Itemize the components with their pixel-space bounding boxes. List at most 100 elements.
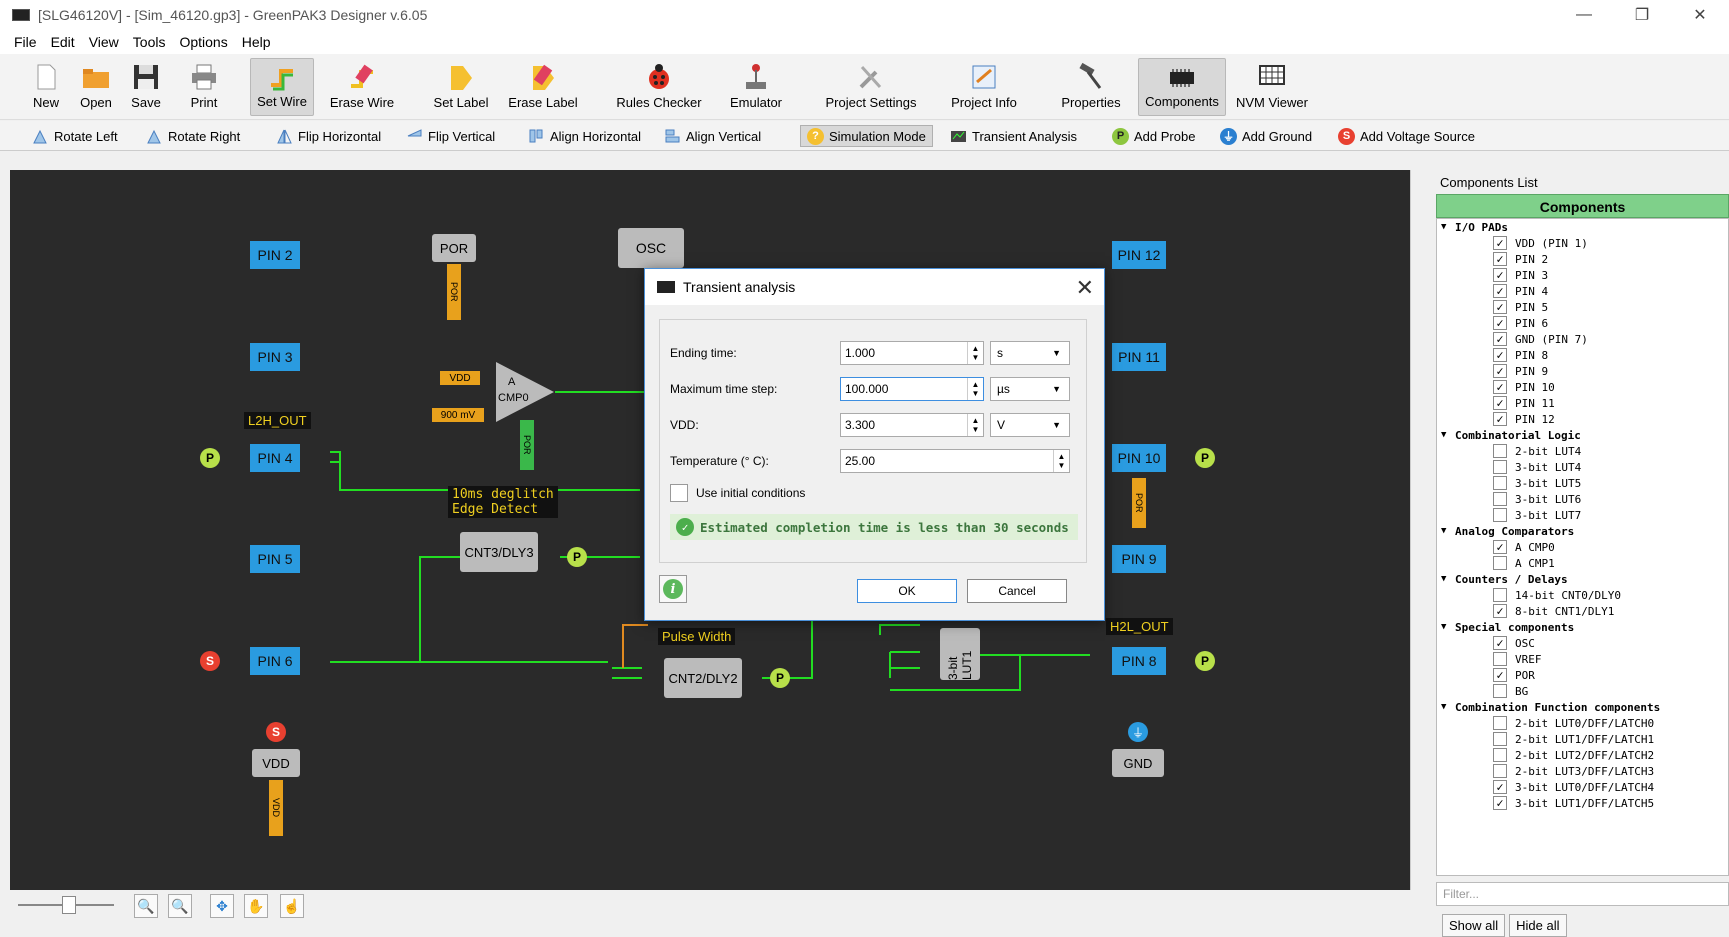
rules-checker-button[interactable]: Rules Checker bbox=[614, 58, 704, 116]
component-item[interactable]: BG bbox=[1437, 683, 1728, 699]
cancel-button[interactable]: Cancel bbox=[967, 579, 1067, 603]
ok-button[interactable]: OK bbox=[857, 579, 957, 603]
pointer-button[interactable]: ☝ bbox=[280, 894, 304, 918]
menu-view[interactable]: View bbox=[89, 34, 119, 50]
filter-input[interactable]: Filter... bbox=[1436, 882, 1729, 906]
component-item[interactable]: 3-bit LUT6 bbox=[1437, 491, 1728, 507]
set-wire-button[interactable]: Set Wire bbox=[250, 58, 314, 116]
component-checkbox[interactable]: ✓ bbox=[1493, 348, 1507, 362]
component-checkbox[interactable]: ✓ bbox=[1493, 540, 1507, 554]
component-checkbox[interactable]: ✓ bbox=[1493, 364, 1507, 378]
spinner-arrows-icon[interactable]: ▲ ▼ bbox=[967, 342, 983, 364]
component-item[interactable]: ✓ PIN 12 bbox=[1437, 411, 1728, 427]
component-item[interactable]: ✓ 3-bit LUT0/DFF/LATCH4 bbox=[1437, 779, 1728, 795]
components-list[interactable]: ▼ I/O PADs ✓ VDD (PIN 1) ✓ PIN 2 ✓ PIN 3 ✓ PIN 4 ✓… bbox=[1436, 218, 1729, 876]
pin-12[interactable]: PIN 12 bbox=[1112, 241, 1166, 269]
osc-block[interactable]: OSC bbox=[618, 228, 684, 268]
component-checkbox[interactable]: ✓ bbox=[1493, 236, 1507, 250]
erase-label-button[interactable]: Erase Label bbox=[506, 58, 580, 116]
pin-6[interactable]: PIN 6 bbox=[250, 647, 300, 675]
vdd-input[interactable]: 3.300 ▲ ▼ bbox=[840, 413, 984, 437]
gnd-block[interactable]: GND bbox=[1112, 749, 1164, 777]
component-checkbox[interactable] bbox=[1493, 588, 1507, 602]
component-checkbox[interactable]: ✓ bbox=[1493, 300, 1507, 314]
component-item[interactable]: A CMP1 bbox=[1437, 555, 1728, 571]
component-item[interactable]: 3-bit LUT5 bbox=[1437, 475, 1728, 491]
component-item[interactable]: 3-bit LUT7 bbox=[1437, 507, 1728, 523]
max-time-step-unit-select[interactable]: µs ▼ bbox=[990, 377, 1070, 401]
spinner-arrows-icon[interactable]: ▲ ▼ bbox=[1053, 450, 1069, 472]
flip-horizontal-button[interactable]: Flip Horizontal bbox=[276, 125, 381, 147]
simulation-mode-button[interactable]: ? Simulation Mode bbox=[800, 125, 933, 147]
pin-9[interactable]: PIN 9 bbox=[1112, 545, 1166, 573]
menu-edit[interactable]: Edit bbox=[51, 34, 75, 50]
component-item[interactable]: ✓ 3-bit LUT1/DFF/LATCH5 bbox=[1437, 795, 1728, 811]
component-group[interactable]: ▼ Combinatorial Logic bbox=[1437, 427, 1728, 443]
component-checkbox[interactable]: ✓ bbox=[1493, 604, 1507, 618]
max-time-step-input[interactable]: 100.000 ▲ ▼ bbox=[840, 377, 984, 401]
component-group[interactable]: ▼ Combination Function components bbox=[1437, 699, 1728, 715]
component-checkbox[interactable] bbox=[1493, 748, 1507, 762]
add-ground-button[interactable]: ⏚ Add Ground bbox=[1220, 125, 1312, 147]
temperature-input[interactable]: 25.00 ▲ ▼ bbox=[840, 449, 1070, 473]
component-item[interactable]: ✓ PIN 2 bbox=[1437, 251, 1728, 267]
fit-view-button[interactable]: ✥ bbox=[210, 894, 234, 918]
component-checkbox[interactable]: ✓ bbox=[1493, 380, 1507, 394]
open-button[interactable]: Open bbox=[76, 58, 116, 116]
component-group[interactable]: ▼ Counters / Delays bbox=[1437, 571, 1728, 587]
component-item[interactable]: ✓ PIN 8 bbox=[1437, 347, 1728, 363]
component-item[interactable]: ✓ 8-bit CNT1/DLY1 bbox=[1437, 603, 1728, 619]
component-item[interactable]: 2-bit LUT2/DFF/LATCH2 bbox=[1437, 747, 1728, 763]
component-item[interactable]: VREF bbox=[1437, 651, 1728, 667]
ending-time-input[interactable]: 1.000 ▲ ▼ bbox=[840, 341, 984, 365]
probe-pin4[interactable]: P bbox=[200, 448, 220, 468]
hide-all-button[interactable]: Hide all bbox=[1509, 914, 1567, 937]
component-checkbox[interactable]: ✓ bbox=[1493, 268, 1507, 282]
component-checkbox[interactable] bbox=[1493, 444, 1507, 458]
component-checkbox[interactable]: ✓ bbox=[1493, 636, 1507, 650]
expand-triangle-icon[interactable]: ▼ bbox=[1441, 574, 1455, 584]
properties-button[interactable]: Properties bbox=[1058, 58, 1124, 116]
component-item[interactable]: ✓ PIN 10 bbox=[1437, 379, 1728, 395]
component-checkbox[interactable] bbox=[1493, 460, 1507, 474]
component-checkbox[interactable]: ✓ bbox=[1493, 668, 1507, 682]
restore-button[interactable]: ❐ bbox=[1613, 0, 1671, 30]
zoom-out-button[interactable]: 🔍 bbox=[168, 894, 192, 918]
close-button[interactable]: ✕ bbox=[1671, 0, 1729, 30]
vdd-block[interactable]: VDD bbox=[252, 749, 300, 777]
canvas-vertical-scrollbar[interactable] bbox=[1410, 170, 1428, 890]
component-item[interactable]: ✓ PIN 4 bbox=[1437, 283, 1728, 299]
probe-pin8[interactable]: P bbox=[1195, 651, 1215, 671]
pin-2[interactable]: PIN 2 bbox=[250, 241, 300, 269]
print-button[interactable]: Print bbox=[186, 58, 222, 116]
nvm-viewer-button[interactable]: NVM Viewer bbox=[1234, 58, 1310, 116]
component-item[interactable]: 2-bit LUT4 bbox=[1437, 443, 1728, 459]
add-voltage-source-button[interactable]: S Add Voltage Source bbox=[1338, 125, 1475, 147]
align-horizontal-button[interactable]: Align Horizontal bbox=[528, 125, 641, 147]
component-group[interactable]: ▼ Analog Comparators bbox=[1437, 523, 1728, 539]
emulator-button[interactable]: Emulator bbox=[726, 58, 786, 116]
component-item[interactable]: ✓ PIN 11 bbox=[1437, 395, 1728, 411]
probe-cnt2[interactable]: P bbox=[770, 668, 790, 688]
zoom-slider-handle[interactable] bbox=[62, 896, 76, 914]
expand-triangle-icon[interactable]: ▼ bbox=[1441, 702, 1455, 712]
spinner-arrows-icon[interactable]: ▲ ▼ bbox=[967, 378, 983, 400]
menu-options[interactable]: Options bbox=[179, 34, 227, 50]
component-checkbox[interactable] bbox=[1493, 764, 1507, 778]
save-button[interactable]: Save bbox=[128, 58, 164, 116]
cnt3-block[interactable]: CNT3/DLY3 bbox=[460, 532, 538, 572]
vdd-unit-select[interactable]: V ▼ bbox=[990, 413, 1070, 437]
component-item[interactable]: ✓ OSC bbox=[1437, 635, 1728, 651]
rotate-left-button[interactable]: Rotate Left bbox=[32, 125, 118, 147]
component-checkbox[interactable]: ✓ bbox=[1493, 412, 1507, 426]
pin-8[interactable]: PIN 8 bbox=[1112, 647, 1166, 675]
source-vdd[interactable]: S bbox=[266, 722, 286, 742]
source-pin6[interactable]: S bbox=[200, 651, 220, 671]
pin-11[interactable]: PIN 11 bbox=[1112, 343, 1166, 371]
pan-hand-button[interactable]: ✋ bbox=[244, 894, 268, 918]
info-button[interactable]: i bbox=[659, 575, 687, 603]
expand-triangle-icon[interactable]: ▼ bbox=[1441, 430, 1455, 440]
minimize-button[interactable]: — bbox=[1555, 0, 1613, 30]
lut1-block[interactable]: 3-bit LUT1 bbox=[940, 628, 980, 680]
component-item[interactable]: 14-bit CNT0/DLY0 bbox=[1437, 587, 1728, 603]
